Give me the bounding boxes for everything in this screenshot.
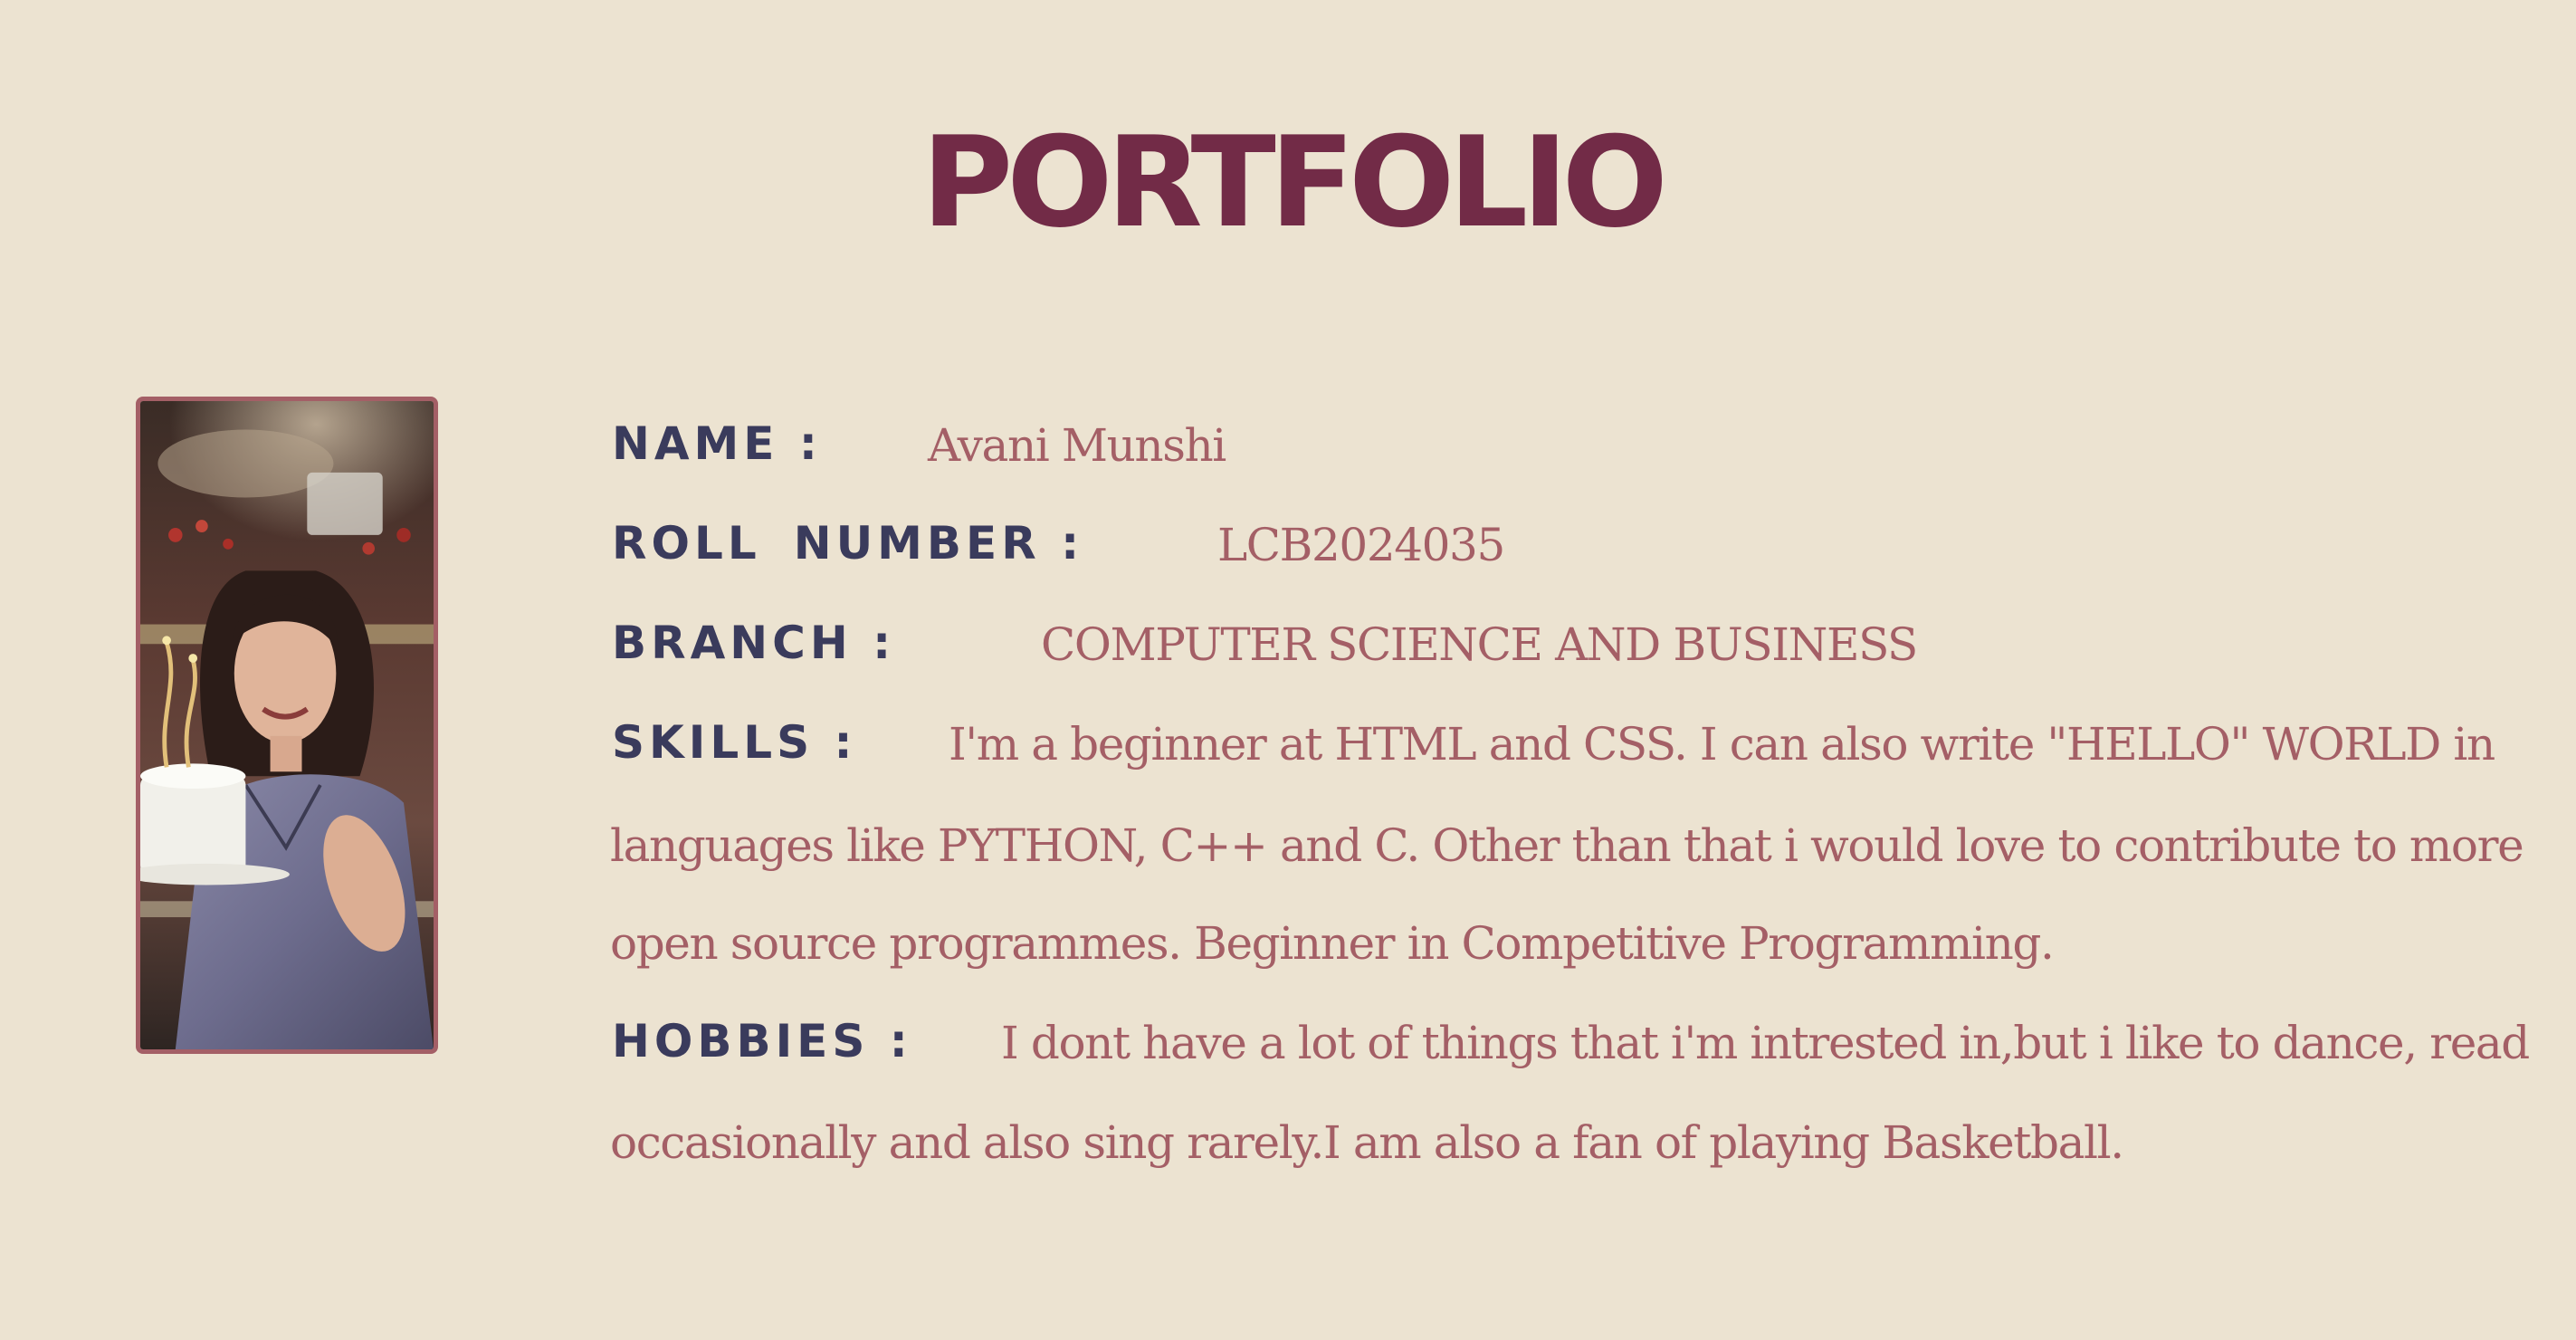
roll-label-word1: ROLL [612,517,761,570]
skills-label: SKILLS : [612,716,857,769]
hobbies-line-2: occasionally and also sing rarely.I am a… [610,1116,2124,1169]
skills-line-2: languages like PYTHON, C++ and C. Other … [610,819,2524,872]
profile-photo [136,397,438,1054]
branch-label: BRANCH : [612,617,896,669]
name-value: Avani Munshi [928,419,1226,472]
skills-line-1: I'm a beginner at HTML and CSS. I can al… [949,718,2495,770]
roll-label-word2: NUMBER : [793,517,1084,570]
branch-value: COMPUTER SCIENCE AND BUSINESS [1041,618,1918,671]
page-title: PORTFOLIO [921,110,1668,255]
name-label: NAME : [612,417,822,470]
hobbies-line-1: I dont have a lot of things that i'm int… [1001,1017,2530,1069]
portfolio-page: PORTFOLIO NAME: Avani Munshi ROLL NUMBE… [0,0,2576,1340]
portrait-photo-icon [140,401,434,1049]
roll-number-value: LCB2024035 [1217,519,1505,571]
roll-number-label: ROLL NUMBER : [612,516,1083,570]
hobbies-label: HOBBIES : [612,1015,912,1067]
skills-line-3: open source programmes. Beginner in Comp… [610,917,2055,970]
